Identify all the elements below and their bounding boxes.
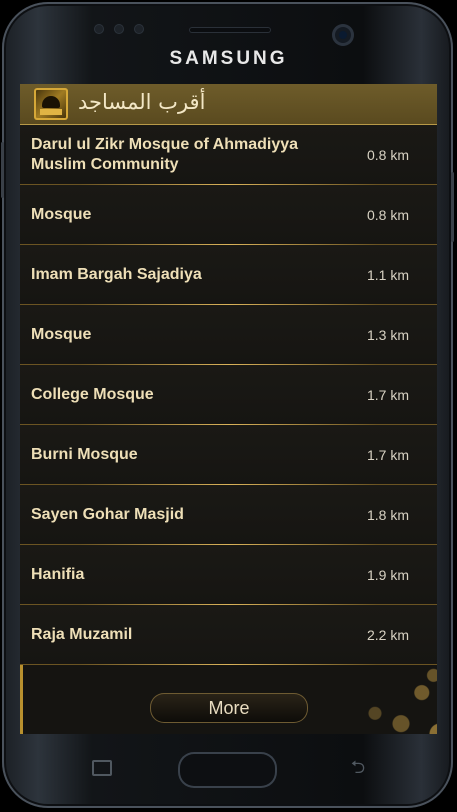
list-item[interactable]: Sayen Gohar Masjid 1.8 km — [20, 485, 437, 545]
mosque-distance: 1.3 km — [366, 326, 409, 343]
mosque-distance: 1.1 km — [366, 266, 409, 283]
list-item[interactable]: Darul ul Zikr Mosque of Ahmadiyya Muslim… — [20, 125, 437, 185]
earpiece-speaker — [189, 27, 271, 33]
page-title: أقرب المساجد — [78, 90, 206, 114]
more-button[interactable]: More — [150, 693, 308, 723]
mosque-name: Sayen Gohar Masjid — [31, 505, 184, 523]
mosque-name: Burni Mosque — [31, 445, 138, 463]
list-item[interactable]: Raja Muzamil 2.2 km — [20, 605, 437, 665]
sensor-dot — [94, 24, 104, 34]
app-screen: أقرب المساجد Darul ul Zikr Mosque of Ahm… — [20, 84, 437, 734]
list-item[interactable]: College Mosque 1.7 km — [20, 365, 437, 425]
recent-apps-icon[interactable] — [88, 758, 112, 776]
mosque-name: Mosque — [31, 205, 92, 223]
list-item[interactable]: Mosque 1.3 km — [20, 305, 437, 365]
sensor-dot — [114, 24, 124, 34]
mosque-distance: 1.8 km — [366, 506, 409, 523]
mosque-name: Darul ul Zikr Mosque of Ahmadiyya Muslim… — [31, 135, 299, 173]
volume-button — [1, 142, 4, 198]
list-item[interactable]: Imam Bargah Sajadiya 1.1 km — [20, 245, 437, 305]
mosque-name: College Mosque — [31, 385, 154, 403]
front-camera — [332, 24, 354, 46]
mosque-distance: 0.8 km — [366, 206, 409, 223]
mosque-name: Mosque — [31, 325, 92, 343]
footer-bar: More — [20, 665, 437, 734]
list-item[interactable]: Burni Mosque 1.7 km — [20, 425, 437, 485]
power-button — [451, 172, 454, 242]
mosque-distance: 1.7 km — [366, 446, 409, 463]
sensor-dot — [134, 24, 144, 34]
home-button[interactable] — [178, 752, 277, 788]
mosque-distance: 2.2 km — [366, 626, 409, 643]
mosque-distance: 0.8 km — [366, 146, 409, 163]
back-icon[interactable]: ⮌ — [345, 758, 371, 776]
mosque-name: Imam Bargah Sajadiya — [31, 265, 202, 283]
mosque-distance: 1.7 km — [366, 386, 409, 403]
mosque-distance: 1.9 km — [366, 566, 409, 583]
mosque-name: Hanifia — [31, 565, 85, 583]
list-item[interactable]: Mosque 0.8 km — [20, 185, 437, 245]
mosque-list: Darul ul Zikr Mosque of Ahmadiyya Muslim… — [20, 125, 437, 665]
app-header: أقرب المساجد — [20, 84, 437, 125]
brand-logo: SAMSUNG — [169, 48, 288, 69]
floral-ornament — [310, 665, 437, 734]
list-item[interactable]: Hanifia 1.9 km — [20, 545, 437, 605]
mosque-icon — [34, 88, 68, 120]
mosque-name: Raja Muzamil — [31, 625, 133, 643]
sensor-dots — [94, 24, 144, 34]
